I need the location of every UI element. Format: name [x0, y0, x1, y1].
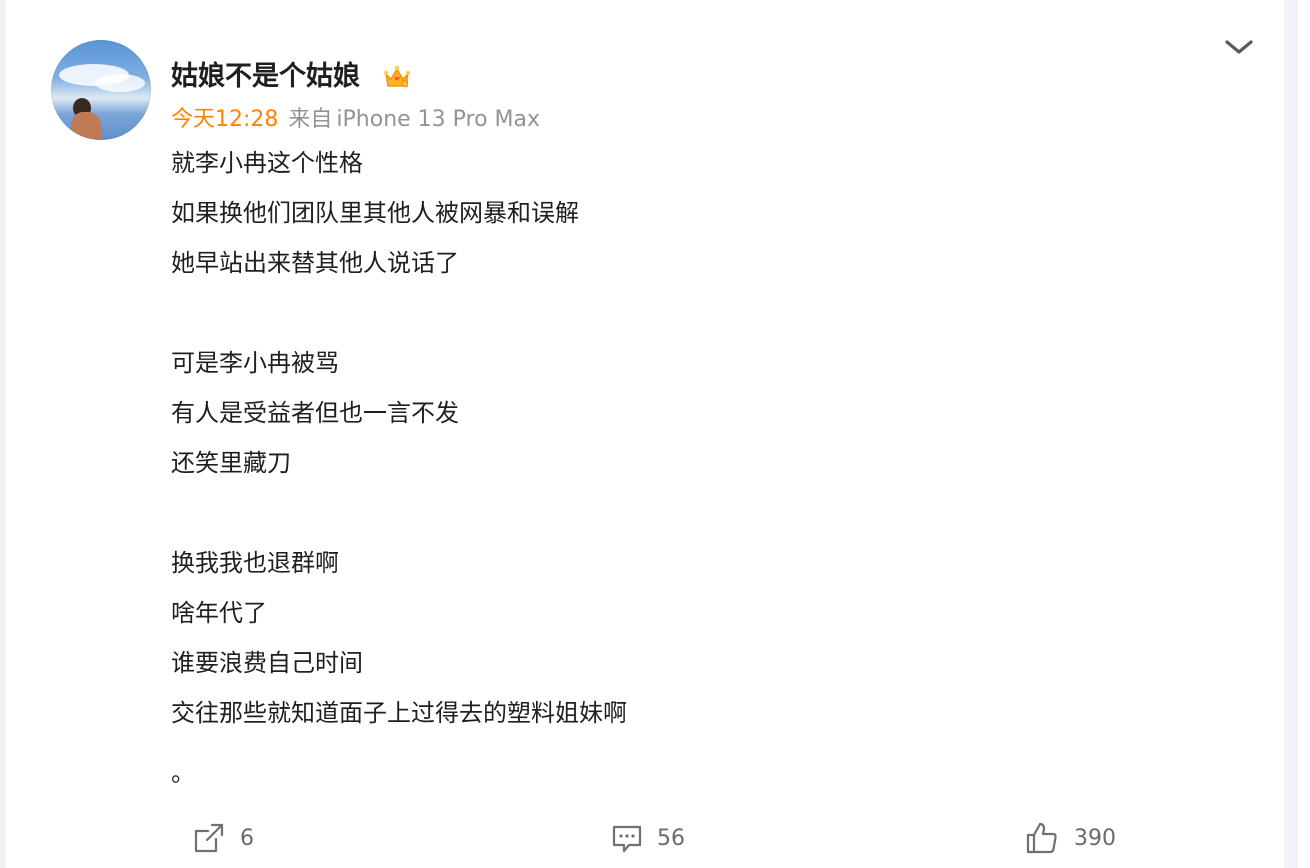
text-line: 有人是受益者但也一言不发	[171, 399, 459, 427]
text-line: 谁要浪费自己时间	[171, 649, 363, 677]
share-count: 6	[240, 825, 254, 851]
username-link[interactable]: 姑娘不是个姑娘	[171, 58, 360, 96]
comment-icon	[612, 825, 642, 853]
post-text: 就李小冉这个性格 如果换他们团队里其他人被网暴和误解 她早站出来替其他人说话了 …	[171, 138, 1171, 798]
text-line: 她早站出来替其他人说话了	[171, 249, 459, 277]
comment-count: 56	[657, 825, 685, 851]
trailing-mark: 。	[171, 759, 195, 787]
text-line: 啥年代了	[171, 599, 267, 627]
like-button[interactable]: 390	[1024, 818, 1116, 858]
share-button[interactable]: 6	[192, 818, 254, 858]
adjacent-panel-edge	[1298, 0, 1310, 868]
source-device[interactable]: iPhone 13 Pro Max	[336, 107, 540, 132]
source-prefix: 来自	[288, 107, 333, 132]
post-meta: 今天12:28 来自 iPhone 13 Pro Max	[171, 105, 540, 135]
text-line: 就李小冉这个性格	[171, 149, 363, 177]
user-avatar[interactable]	[51, 40, 151, 140]
thumbs-up-icon	[1026, 822, 1057, 854]
post-card: 姑娘不是个姑娘 6 今天12:28 来自 iPhone 13 Pro Max 就李小…	[6, 0, 1284, 868]
comment-button[interactable]: 56	[611, 818, 685, 858]
text-line: 换我我也退群啊	[171, 549, 339, 577]
chevron-down-icon[interactable]	[1222, 36, 1256, 58]
text-line: 可是李小冉被骂	[171, 349, 339, 377]
post-time[interactable]: 今天12:28	[171, 107, 278, 132]
crown-badge-icon[interactable]: 6	[382, 62, 412, 92]
svg-text:6: 6	[403, 81, 407, 88]
share-icon	[194, 823, 224, 853]
text-line: 还笑里藏刀	[171, 449, 291, 477]
like-count: 390	[1074, 825, 1116, 851]
text-line: 如果换他们团队里其他人被网暴和误解	[171, 199, 579, 227]
text-line: 交往那些就知道面子上过得去的塑料姐妹啊	[171, 699, 627, 727]
